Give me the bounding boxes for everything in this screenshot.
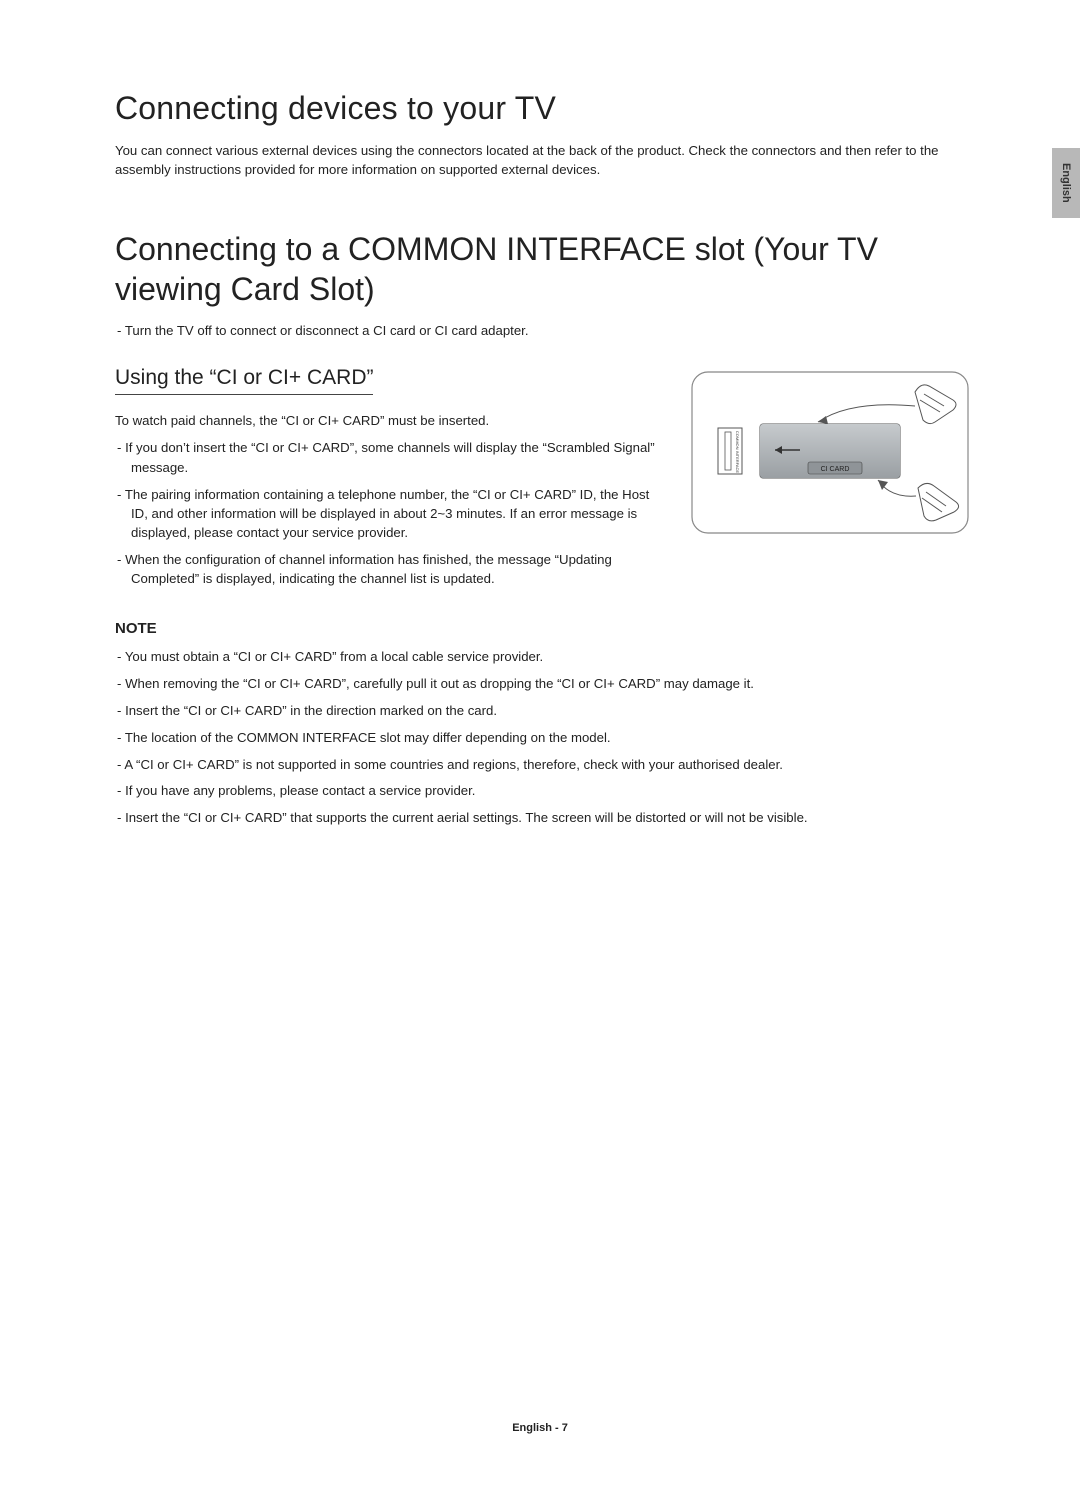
list-item: You must obtain a “CI or CI+ CARD” from … [131, 647, 970, 667]
intro-paragraph: You can connect various external devices… [115, 141, 970, 179]
watch-paid-channels-text: To watch paid channels, the “CI or CI+ C… [115, 411, 666, 430]
hand-icon [918, 484, 959, 521]
heading-common-interface: Connecting to a COMMON INTERFACE slot (Y… [115, 229, 970, 309]
list-item: If you don’t insert the “CI or CI+ CARD”… [131, 438, 666, 476]
using-ci-card-list: If you don’t insert the “CI or CI+ CARD”… [131, 438, 666, 588]
list-item: If you have any problems, please contact… [131, 781, 970, 801]
page-footer: English - 7 [0, 1422, 1080, 1434]
list-item: A “CI or CI+ CARD” is not supported in s… [131, 755, 970, 775]
list-item: Insert the “CI or CI+ CARD” in the direc… [131, 701, 970, 721]
list-item: When removing the “CI or CI+ CARD”, care… [131, 674, 970, 694]
ci-card-diagram: COMMON INTERFACE CI CARD [690, 370, 970, 535]
list-item: The location of the COMMON INTERFACE slo… [131, 728, 970, 748]
page-content: Connecting devices to your TV You can co… [0, 0, 1080, 828]
note-heading: NOTE [115, 620, 970, 637]
hand-icon [915, 385, 956, 424]
heading-connecting-devices: Connecting devices to your TV [115, 90, 970, 127]
card-label: CI CARD [821, 466, 850, 473]
turn-off-instruction: Turn the TV off to connect or disconnect… [131, 323, 970, 338]
heading-using-ci-card: Using the “CI or CI+ CARD” [115, 366, 373, 395]
list-item: When the configuration of channel inform… [131, 550, 666, 588]
slot-label: COMMON INTERFACE [735, 431, 740, 474]
list-item: The pairing information containing a tel… [131, 485, 666, 542]
list-item: Insert the “CI or CI+ CARD” that support… [131, 808, 970, 828]
note-list: You must obtain a “CI or CI+ CARD” from … [131, 647, 970, 828]
